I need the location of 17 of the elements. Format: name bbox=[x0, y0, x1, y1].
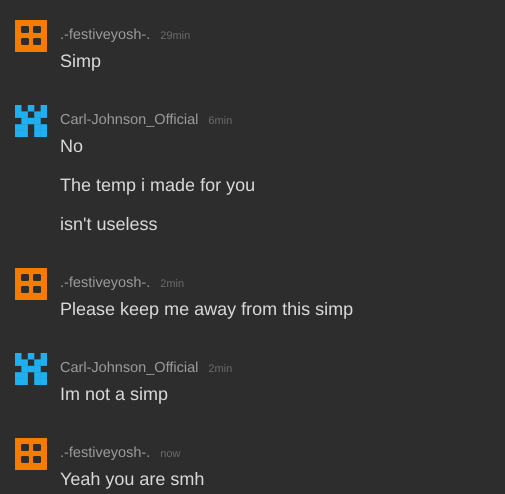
message-text: isn't useless bbox=[60, 213, 158, 236]
username[interactable]: .-festiveyosh-. bbox=[60, 25, 150, 45]
message-text: Simp bbox=[60, 50, 102, 73]
timestamp: 2min bbox=[208, 362, 232, 377]
message-text: No bbox=[60, 135, 84, 158]
message-text: Im not a simp bbox=[60, 383, 170, 406]
username[interactable]: Carl-Johnson_Official bbox=[60, 358, 198, 378]
timestamp: now bbox=[160, 447, 180, 462]
message-text: Please keep me away from this simp bbox=[60, 298, 354, 321]
timestamp: 2min bbox=[160, 277, 184, 292]
username[interactable]: .-festiveyosh-. bbox=[60, 443, 150, 463]
timestamp: 29min bbox=[160, 29, 190, 44]
timestamp: 6min bbox=[208, 114, 232, 129]
message-text: The temp i made for you bbox=[60, 174, 256, 197]
username[interactable]: .-festiveyosh-. bbox=[60, 273, 150, 293]
message-text: Yeah you are smh bbox=[60, 468, 204, 491]
username[interactable]: Carl-Johnson_Official bbox=[60, 110, 198, 130]
